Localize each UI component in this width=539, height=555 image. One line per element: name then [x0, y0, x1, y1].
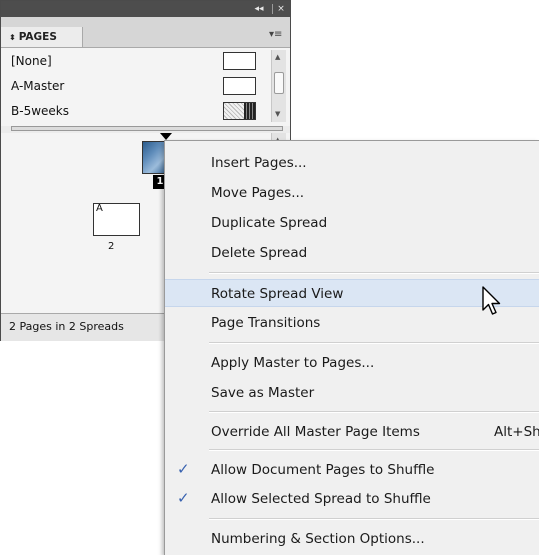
master-item-label: A-Master — [11, 79, 65, 93]
menu-separator — [209, 449, 539, 451]
panel-menu-icon[interactable]: ▾≡ — [269, 29, 282, 40]
menu-item-override-master-items[interactable]: Override All Master Page Items Alt+Sh — [165, 418, 539, 446]
spread-indicator-icon — [160, 133, 172, 140]
menu-item-label: Insert Pages... — [211, 155, 307, 171]
menu-item-label: Apply Master to Pages... — [211, 355, 375, 371]
menu-separator — [209, 272, 539, 274]
section-divider-handle[interactable] — [11, 126, 283, 131]
master-thumbnail — [223, 77, 256, 95]
menu-item-label: Move Pages... — [211, 185, 305, 201]
menu-item-label: Save as Master — [211, 385, 315, 401]
page-thumbnail[interactable]: A — [93, 203, 140, 236]
master-thumbnail — [223, 102, 256, 120]
masters-scrollbar[interactable]: ▲ ▼ — [271, 50, 286, 122]
menu-item-move-pages[interactable]: Move Pages... — [165, 179, 539, 207]
checkmark-icon: ✓ — [177, 489, 190, 507]
mouse-cursor-icon — [482, 286, 501, 315]
scrollbar-thumb[interactable] — [274, 72, 284, 94]
checkmark-icon: ✓ — [177, 460, 190, 478]
menu-item-label: Allow Selected Spread to Shuffle — [211, 491, 431, 507]
collapse-panel-icon[interactable]: ◂◂ — [249, 2, 269, 16]
master-thumbnail — [223, 52, 256, 70]
menu-item-duplicate-spread[interactable]: Duplicate Spread — [165, 209, 539, 237]
menu-item-label: Page Transitions — [211, 315, 321, 331]
menu-item-allow-spread-shuffle[interactable]: ✓ Allow Selected Spread to Shuffle — [165, 485, 539, 513]
menu-item-insert-pages[interactable]: Insert Pages... — [165, 149, 539, 177]
menu-item-allow-document-shuffle[interactable]: ✓ Allow Document Pages to Shuffle — [165, 456, 539, 484]
master-item[interactable]: A-Master — [1, 75, 257, 97]
page-number: 2 — [108, 241, 115, 252]
menu-item-label: Duplicate Spread — [211, 215, 328, 231]
menu-separator — [209, 411, 539, 413]
menu-separator — [209, 342, 539, 344]
close-icon[interactable]: × — [274, 2, 288, 16]
scroll-up-icon[interactable]: ▲ — [275, 53, 280, 61]
menu-separator — [209, 518, 539, 520]
panel-tab-row: ⬍ PAGES ▾≡ — [1, 17, 290, 48]
masters-section: [None] A-Master B-5weeks ▲ ▼ — [1, 48, 290, 126]
titlebar-divider — [272, 4, 273, 14]
panel-titlebar[interactable]: ◂◂ × — [1, 1, 290, 17]
menu-item-save-as-master[interactable]: Save as Master — [165, 379, 539, 407]
applied-master-prefix: A — [96, 203, 103, 214]
menu-item-label: Numbering & Section Options... — [211, 531, 425, 547]
tab-pages-label: PAGES — [18, 31, 57, 43]
menu-item-delete-spread[interactable]: Delete Spread — [165, 239, 539, 267]
context-menu: Insert Pages... Move Pages... Duplicate … — [164, 140, 539, 555]
master-item[interactable]: [None] — [1, 50, 257, 72]
menu-item-label: Allow Document Pages to Shuffle — [211, 462, 435, 478]
tab-pages[interactable]: ⬍ PAGES — [1, 27, 83, 47]
menu-item-apply-master[interactable]: Apply Master to Pages... — [165, 349, 539, 377]
scroll-down-icon[interactable]: ▼ — [275, 110, 280, 118]
tab-options-arrow-icon: ⬍ — [9, 33, 16, 42]
status-text: 2 Pages in 2 Spreads — [9, 320, 124, 333]
menu-item-label: Rotate Spread View — [211, 286, 344, 302]
master-item-label: [None] — [11, 54, 52, 68]
menu-item-shortcut: Alt+Sh — [494, 424, 539, 440]
menu-item-label: Override All Master Page Items — [211, 424, 420, 440]
menu-item-numbering-section-options[interactable]: Numbering & Section Options... — [165, 525, 539, 553]
menu-item-label: Delete Spread — [211, 245, 308, 261]
master-item-label: B-5weeks — [11, 104, 69, 118]
master-item[interactable]: B-5weeks — [1, 100, 257, 122]
